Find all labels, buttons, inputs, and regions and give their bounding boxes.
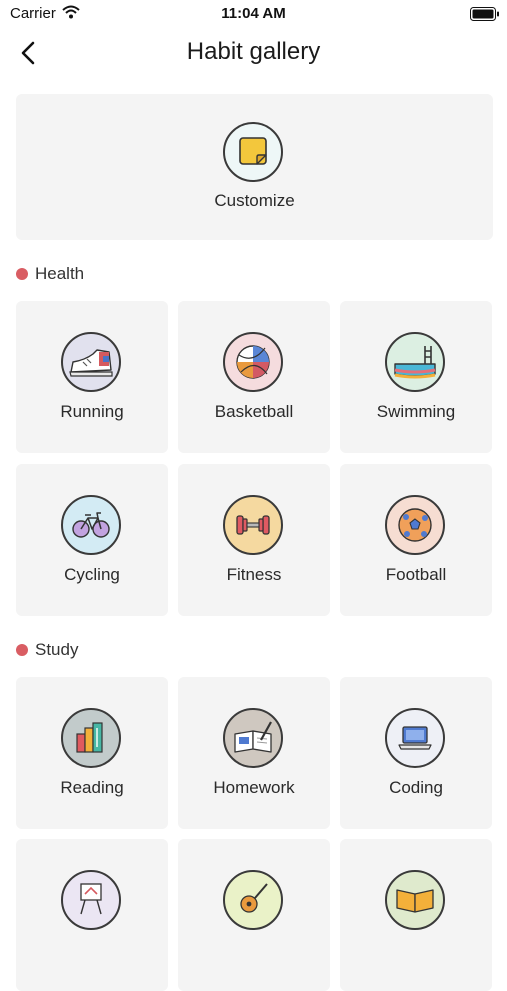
habit-card-reading[interactable]: Reading	[16, 677, 168, 829]
habit-label: Swimming	[376, 402, 456, 421]
sticky-note-icon	[239, 137, 267, 165]
basketball-icon	[236, 345, 270, 379]
customize-icon-circle	[223, 122, 283, 182]
habit-card-basketball[interactable]: Basketball	[178, 301, 330, 453]
habit-icon-circle	[223, 870, 283, 930]
section-dot	[16, 268, 28, 280]
habit-icon-circle	[61, 495, 121, 555]
easel-icon	[80, 883, 102, 915]
habit-icon-circle	[61, 708, 121, 768]
habit-label: Coding	[389, 778, 443, 797]
habit-label: Football	[385, 565, 447, 584]
habit-icon-circle	[61, 870, 121, 930]
notebook-pen-icon	[234, 721, 272, 753]
battery-icon	[470, 7, 500, 26]
habit-card-drawing[interactable]	[16, 839, 168, 991]
habit-label: Fitness	[226, 565, 282, 584]
open-book-icon	[396, 889, 434, 913]
habit-card-fitness[interactable]: Fitness	[178, 464, 330, 616]
habit-label: Homework	[213, 778, 295, 797]
habit-label: Basketball	[214, 402, 294, 421]
nav-bar: Habit gallery	[0, 30, 507, 76]
habit-card-football[interactable]: Football	[340, 464, 492, 616]
habit-icon-circle	[385, 495, 445, 555]
section-dot	[16, 644, 28, 656]
habit-icon-circle	[223, 495, 283, 555]
habit-card-homework[interactable]: Homework	[178, 677, 330, 829]
habit-card-book[interactable]	[340, 839, 492, 991]
section-title: Study	[35, 640, 79, 659]
habit-icon-circle	[223, 708, 283, 768]
habit-label: Cycling	[64, 565, 120, 584]
habit-icon-circle	[385, 708, 445, 768]
dumbbell-icon	[236, 515, 270, 535]
page-title: Habit gallery	[186, 38, 321, 65]
habit-icon-circle	[385, 870, 445, 930]
habit-icon-circle	[385, 332, 445, 392]
bicycle-icon	[72, 512, 110, 538]
habit-card-cycling[interactable]: Cycling	[16, 464, 168, 616]
habit-card-music[interactable]	[178, 839, 330, 991]
habit-icon-circle	[61, 332, 121, 392]
habit-card-running[interactable]: Running	[16, 301, 168, 453]
habit-icon-circle	[223, 332, 283, 392]
sneaker-icon	[69, 349, 113, 377]
laptop-icon	[398, 726, 432, 750]
habit-label: Running	[60, 402, 124, 421]
customize-card[interactable]: Customize	[16, 94, 493, 240]
section-title: Health	[35, 264, 85, 283]
habit-label: Reading	[60, 778, 124, 797]
customize-label: Customize	[214, 191, 295, 210]
soccer-ball-icon	[398, 508, 432, 542]
swim-pool-icon	[394, 346, 436, 379]
habit-card-coding[interactable]: Coding	[340, 677, 492, 829]
books-icon	[76, 722, 103, 753]
guitar-icon	[240, 883, 268, 913]
habit-card-swimming[interactable]: Swimming	[340, 301, 492, 453]
status-bar: Carrier 11:04 AM	[0, 0, 507, 30]
clock: 11:04 AM	[221, 5, 286, 22]
